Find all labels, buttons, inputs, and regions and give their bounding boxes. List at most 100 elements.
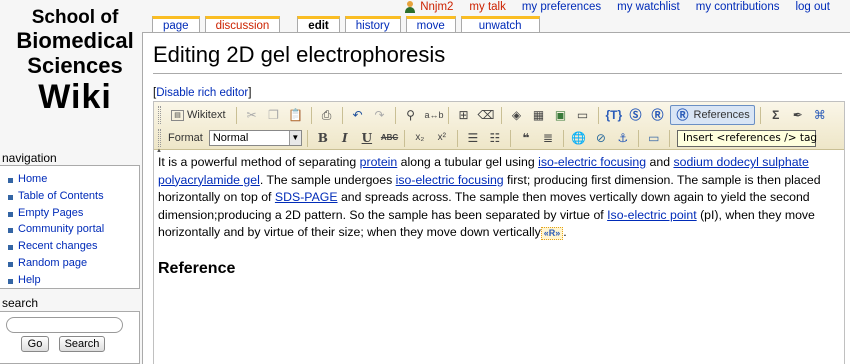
content-text: and: [646, 155, 674, 169]
references-icon: Ⓡ: [676, 108, 689, 122]
logo-line-3: Sciences: [27, 53, 123, 78]
remove-format-button[interactable]: ⌫: [476, 105, 496, 125]
tab-discussion[interactable]: discussion: [204, 16, 281, 32]
iso-electric-point-link[interactable]: Iso-electric point: [607, 208, 697, 222]
print-button[interactable]: ⎙: [317, 105, 337, 125]
superscript-icon: x²: [437, 132, 447, 143]
underline-button[interactable]: U: [357, 128, 377, 148]
tab-page[interactable]: page: [152, 16, 200, 32]
signature-icon: ✒: [792, 108, 803, 122]
toolbar-separator: [509, 129, 511, 147]
search-button[interactable]: Search: [59, 336, 105, 352]
nav-item-random-page[interactable]: Random page: [6, 255, 139, 272]
search-portlet: Go Search: [0, 311, 140, 364]
maximize-button[interactable]: ▭: [644, 128, 664, 148]
reference-marker[interactable]: «R»: [540, 226, 564, 240]
paste-button[interactable]: 📋: [286, 105, 306, 125]
go-button[interactable]: Go: [21, 336, 49, 352]
clipboard-icon: 📋: [288, 108, 303, 122]
select-all-button[interactable]: ⊞: [454, 105, 474, 125]
protein-link[interactable]: protein: [360, 155, 398, 169]
special-tag-button[interactable]: Ⓢ: [626, 105, 646, 125]
nav-item-community-portal[interactable]: Community portal: [6, 221, 139, 238]
maximize-icon: ▭: [648, 131, 660, 145]
scissors-icon: ✂: [246, 108, 257, 122]
iso-electric-focusing-link-2[interactable]: iso-electric focusing: [396, 173, 504, 187]
unlink-icon: ⊘: [595, 131, 606, 145]
signature-button[interactable]: ✒: [788, 105, 808, 125]
ref-button[interactable]: Ⓡ: [648, 105, 668, 125]
category-button[interactable]: ⌘: [810, 105, 830, 125]
align-button[interactable]: ≣: [538, 128, 558, 148]
nav-item-empty-pages[interactable]: Empty Pages: [6, 205, 139, 222]
italic-icon: I: [342, 131, 348, 145]
tab-move-label: move: [416, 20, 445, 32]
bold-button[interactable]: B: [313, 128, 333, 148]
toolbar-separator: [637, 129, 639, 147]
search-input[interactable]: [6, 317, 123, 333]
anchor-button[interactable]: ⚓: [613, 128, 633, 148]
numbered-list-icon: ☰: [467, 131, 479, 145]
disable-rich-editor-link[interactable]: Disable rich editor: [156, 87, 248, 99]
subscript-button[interactable]: x₂: [410, 128, 430, 148]
link-button[interactable]: 🌐: [569, 128, 589, 148]
numbered-list-button[interactable]: ☰: [463, 128, 483, 148]
user-page-link[interactable]: Nnjm2: [404, 1, 453, 13]
template-button[interactable]: {T}: [604, 105, 624, 125]
subscript-icon: x₂: [415, 132, 425, 143]
nav-item-recent-changes[interactable]: Recent changes: [6, 238, 139, 255]
my-contributions-link[interactable]: my contributions: [696, 1, 780, 13]
find-button[interactable]: ⚲: [401, 105, 421, 125]
content-text: along a tubular gel using: [397, 155, 539, 169]
sds-page-link[interactable]: SDS-PAGE: [275, 190, 338, 204]
superscript-button[interactable]: x²: [432, 128, 452, 148]
iso-electric-focusing-link[interactable]: iso-electric focusing: [538, 155, 646, 169]
tab-edit-label: edit: [308, 20, 329, 32]
cut-button[interactable]: ✂: [242, 105, 262, 125]
tab-move[interactable]: move: [405, 16, 456, 32]
my-talk-link[interactable]: my talk: [469, 1, 505, 13]
replace-icon: a↔b: [424, 110, 444, 120]
horizontal-rule-button[interactable]: ▭: [573, 105, 593, 125]
unlink-button[interactable]: ⊘: [591, 128, 611, 148]
logo-line-2: Biomedical: [16, 28, 134, 53]
format-select[interactable]: Normal ▼: [208, 130, 302, 146]
insert-image-button[interactable]: ▣: [551, 105, 571, 125]
image-icon: ▣: [554, 108, 567, 122]
category-icon: ⌘: [813, 108, 826, 122]
strikethrough-button[interactable]: ABC: [379, 128, 399, 148]
nav-item-help[interactable]: Help: [6, 272, 139, 289]
references-button[interactable]: Ⓡ References: [669, 105, 755, 125]
format-value: Normal: [212, 132, 249, 144]
underline-icon: U: [361, 131, 373, 145]
insert-table-button[interactable]: ▦: [529, 105, 549, 125]
replace-button[interactable]: a↔b: [423, 105, 444, 125]
navigation-portlet: Home Table of Contents Empty Pages Commu…: [0, 165, 140, 289]
insert-object-button[interactable]: ◈: [507, 105, 527, 125]
blockquote-button[interactable]: ❝: [516, 128, 536, 148]
redo-button[interactable]: ↷: [370, 105, 390, 125]
bulleted-list-button[interactable]: ☷: [485, 128, 505, 148]
nav-item-home[interactable]: Home: [6, 171, 139, 188]
tab-edit[interactable]: edit: [297, 16, 340, 32]
editor-content[interactable]: It is a powerful method of separating pr…: [158, 154, 838, 242]
toolbar-separator: [447, 106, 449, 124]
tab-unwatch-label: unwatch: [478, 20, 522, 32]
table-icon: ▦: [532, 108, 545, 122]
wikitext-button[interactable]: ▤ Wikitext: [166, 105, 231, 125]
toolbar-separator: [500, 106, 502, 124]
navigation-list: Home Table of Contents Empty Pages Commu…: [6, 171, 139, 289]
ref-icon: Ⓡ: [651, 108, 664, 122]
nav-item-table-of-contents[interactable]: Table of Contents: [6, 188, 139, 205]
site-logo[interactable]: School of Biomedical Sciences Wiki: [0, 8, 150, 114]
my-watchlist-link[interactable]: my watchlist: [617, 1, 680, 13]
tab-history[interactable]: history: [344, 16, 401, 32]
copy-button[interactable]: ❐: [264, 105, 284, 125]
undo-button[interactable]: ↶: [348, 105, 368, 125]
italic-button[interactable]: I: [335, 128, 355, 148]
math-button[interactable]: Σ: [766, 105, 786, 125]
my-preferences-link[interactable]: my preferences: [522, 1, 601, 13]
personal-tools: Nnjm2 my talk my preferences my watchlis…: [404, 1, 830, 13]
tab-unwatch[interactable]: unwatch: [460, 16, 540, 32]
log-out-link[interactable]: log out: [795, 1, 830, 13]
